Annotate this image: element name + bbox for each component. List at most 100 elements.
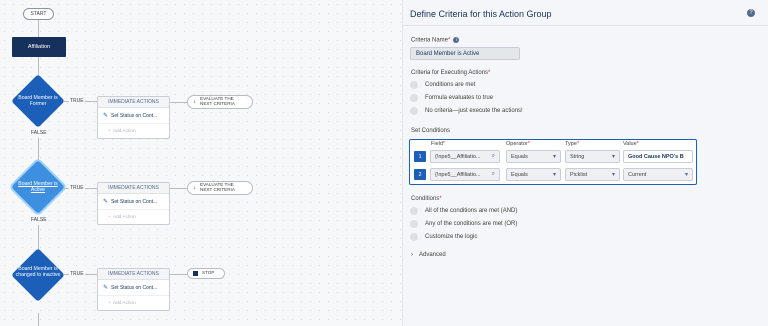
- pencil-icon: ✎: [103, 113, 109, 119]
- radio-label: All of the conditions are met (AND): [425, 208, 518, 214]
- type-select[interactable]: Picklist ▾: [565, 168, 620, 181]
- true-label: TRUE: [69, 271, 85, 277]
- chevron-down-icon: ▾: [552, 154, 556, 160]
- radio-label: Customize the logic: [425, 234, 478, 240]
- row-number: 2: [414, 169, 426, 180]
- radio-customize-logic[interactable]: Customize the logic: [410, 233, 477, 241]
- executing-text: Criteria for Executing Actions: [411, 70, 489, 76]
- true-label: TRUE: [69, 185, 85, 191]
- field-picker[interactable]: {!npe5__Affiliatio... ⌕: [430, 150, 500, 163]
- search-icon[interactable]: ⌕: [492, 153, 495, 160]
- false-label: FALSE: [31, 217, 47, 223]
- immediate-actions-card-3: IMMEDIATE ACTIONS ✎ Set Status on Cont...…: [97, 268, 170, 311]
- action-label: Set Status on Cont...: [111, 112, 158, 119]
- evaluate-next-criteria-2[interactable]: ↓ EVALUATE THE NEXT CRITERIA: [187, 181, 253, 195]
- pencil-icon: ✎: [103, 199, 109, 205]
- operator-select[interactable]: Equals ▾: [506, 150, 561, 163]
- arrow-down-icon: ↓: [193, 184, 196, 191]
- radio-circle[interactable]: [410, 107, 418, 115]
- plus-icon: +: [108, 300, 111, 306]
- plus-icon: +: [108, 214, 111, 220]
- connector-line: [170, 188, 187, 189]
- next-label: EVALUATE THE NEXT CRITERIA: [200, 96, 235, 106]
- radio-label: Conditions are met: [425, 82, 476, 88]
- column-type: Type*: [565, 141, 579, 147]
- card-header: IMMEDIATE ACTIONS: [98, 97, 169, 108]
- advanced-toggle[interactable]: › Advanced: [411, 252, 446, 258]
- radio-circle[interactable]: [410, 207, 418, 215]
- radio-label: Any of the conditions are met (OR): [425, 221, 518, 227]
- action-item[interactable]: ✎ Set Status on Cont...: [98, 194, 169, 210]
- operator-value: Equals: [511, 171, 528, 178]
- column-operator: Operator*: [506, 141, 530, 147]
- radio-formula-true[interactable]: Formula evaluates to true: [410, 94, 493, 102]
- info-icon[interactable]: i: [453, 37, 460, 43]
- conditions-text: Conditions: [411, 196, 440, 202]
- type-select[interactable]: String ▾: [565, 150, 620, 163]
- action-item[interactable]: ✎ Set Status on Cont...: [98, 108, 169, 124]
- radio-conditions-met[interactable]: Conditions are met: [410, 81, 475, 89]
- add-action-label: Add Action: [112, 128, 136, 134]
- radio-circle[interactable]: [410, 94, 418, 102]
- criteria-label-2[interactable]: Board Member is Active: [11, 181, 65, 193]
- object-node-affiliation[interactable]: Affiliation: [12, 37, 66, 57]
- chevron-right-icon: ›: [411, 252, 413, 258]
- evaluate-next-criteria-1[interactable]: ↓ EVALUATE THE NEXT CRITERIA: [187, 95, 253, 109]
- operator-select[interactable]: Equals ▾: [506, 168, 561, 181]
- field-value: {!npe5__Affiliatio...: [435, 153, 481, 160]
- chevron-down-icon: ▾: [611, 154, 615, 160]
- criteria-label-1[interactable]: Board Member is Former: [11, 95, 65, 107]
- criteria-name-label: Criteria Name* i: [411, 37, 460, 44]
- radio-any-or[interactable]: Any of the conditions are met (OR): [410, 220, 517, 228]
- card-header: IMMEDIATE ACTIONS: [98, 269, 169, 280]
- radio-all-and[interactable]: All of the conditions are met (AND): [410, 207, 517, 215]
- radio-no-criteria[interactable]: No criteria—just execute the actions!: [410, 107, 523, 115]
- radio-circle[interactable]: [410, 220, 418, 228]
- chevron-down-icon: ▾: [684, 172, 688, 178]
- connector-line: [170, 274, 187, 275]
- radio-label: Formula evaluates to true: [425, 95, 494, 101]
- connector-line: [170, 102, 187, 103]
- add-action-link[interactable]: + Add Action: [98, 124, 169, 138]
- radio-label: No criteria—just execute the actions!: [425, 108, 523, 114]
- action-label: Set Status on Cont...: [111, 284, 158, 291]
- conditions-label: Conditions*: [411, 196, 442, 202]
- pencil-icon: ✎: [103, 285, 109, 291]
- value-select[interactable]: Current ▾: [623, 168, 693, 181]
- type-value: String: [570, 153, 585, 160]
- connector-line: [38, 20, 39, 37]
- chevron-down-icon: ▾: [552, 172, 556, 178]
- search-icon[interactable]: ⌕: [492, 171, 495, 178]
- operator-value: Equals: [511, 153, 528, 160]
- radio-circle[interactable]: [410, 81, 418, 89]
- add-action-link[interactable]: + Add Action: [98, 210, 169, 224]
- add-action-label: Add Action: [112, 300, 136, 306]
- column-field: Field*: [431, 141, 445, 147]
- help-icon[interactable]: ?: [747, 9, 755, 17]
- action-item[interactable]: ✎ Set Status on Cont...: [98, 280, 169, 296]
- stop-icon: [193, 271, 198, 276]
- add-action-link[interactable]: + Add Action: [98, 296, 169, 310]
- advanced-label: Advanced: [419, 252, 446, 258]
- field-value: {!npe5__Affiliatio...: [435, 171, 481, 178]
- connector-line: [38, 313, 39, 326]
- column-operator-text: Operator: [506, 141, 528, 147]
- radio-circle[interactable]: [410, 233, 418, 241]
- required-mark: *: [488, 70, 491, 76]
- criteria-name-input[interactable]: Board Member is Active: [410, 47, 520, 60]
- executing-label: Criteria for Executing Actions*: [411, 70, 490, 76]
- required-mark: *: [442, 141, 446, 147]
- value-value: Current: [628, 171, 647, 178]
- stop-node[interactable]: STOP: [187, 268, 226, 279]
- arrow-down-icon: ↓: [193, 98, 196, 105]
- set-conditions-label: Set Conditions: [411, 128, 451, 134]
- column-value: Value*: [623, 141, 639, 147]
- stop-label: STOP: [202, 270, 215, 276]
- required-mark: *: [636, 141, 639, 147]
- immediate-actions-card-1: IMMEDIATE ACTIONS ✎ Set Status on Cont...…: [97, 96, 170, 139]
- row-number: 1: [414, 151, 426, 162]
- value-input[interactable]: Good Cause NPO's B: [623, 150, 693, 163]
- field-picker[interactable]: {!npe5__Affiliatio... ⌕: [430, 168, 500, 181]
- criteria-label-3[interactable]: Board Member is changed to inactive: [11, 266, 65, 278]
- required-mark: *: [448, 37, 451, 44]
